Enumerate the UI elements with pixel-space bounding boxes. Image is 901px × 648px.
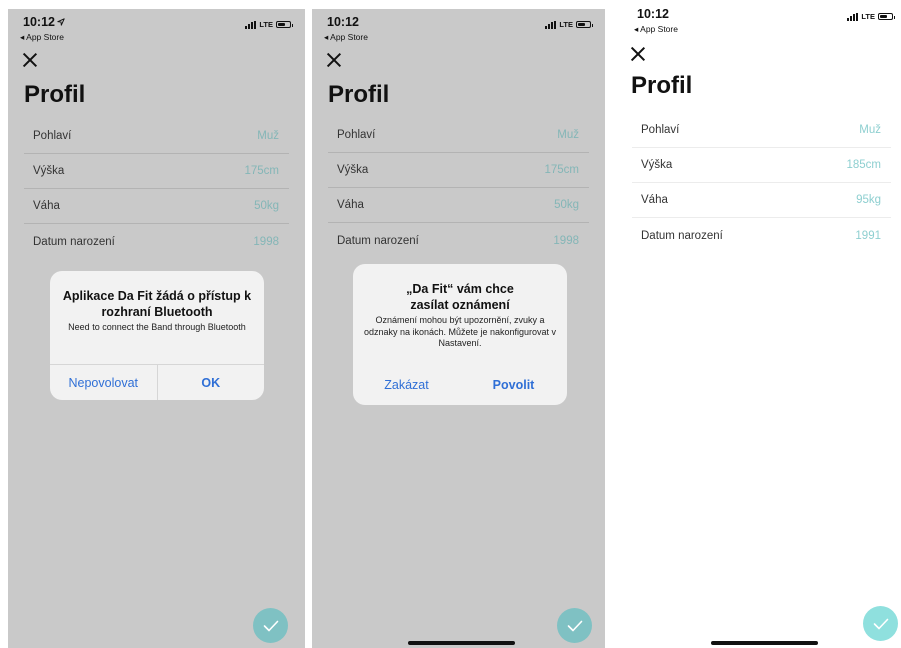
page-title: Profil — [328, 81, 390, 108]
row-value: Muž — [557, 129, 579, 141]
profile-row-height[interactable]: Výška 185cm — [632, 148, 891, 183]
profile-list: Pohlaví Muž Výška 185cm Váha 95kg Datum nar… — [632, 113, 891, 253]
row-value: 175cm — [244, 165, 279, 177]
profile-row-birthdate[interactable]: Datum narození 1998 — [328, 223, 589, 258]
row-label: Pohlaví — [337, 129, 376, 141]
checkmark-icon — [873, 618, 888, 629]
notification-permission-dialog: „Da Fit“ vám chce zasílat oznámení Oznám… — [353, 264, 567, 405]
row-value: 50kg — [554, 199, 579, 211]
status-time: 10:12 — [23, 15, 65, 29]
row-label: Výška — [641, 159, 673, 171]
status-time: 10:12 — [327, 15, 359, 29]
checkmark-icon — [567, 620, 582, 631]
row-label: Výška — [33, 165, 65, 177]
profile-list: Pohlaví Muž Výška 175cm Váha 50kg Datum nar… — [24, 119, 289, 259]
row-label: Výška — [337, 164, 369, 176]
home-indicator[interactable] — [711, 641, 818, 645]
home-indicator[interactable] — [408, 641, 515, 645]
confirm-button[interactable] — [557, 608, 592, 643]
profile-row-birthdate[interactable]: Datum narození 1991 — [632, 218, 891, 253]
profile-row-weight[interactable]: Váha 95kg — [632, 183, 891, 218]
row-value: Muž — [257, 130, 279, 142]
dialog-message: Oznámení mohou být upozornění, zvuky a o… — [363, 315, 557, 348]
status-bar: 10:12 ◂ App Store LTE — [324, 15, 593, 43]
profile-row-height[interactable]: Výška 175cm — [328, 153, 589, 188]
profile-row-gender[interactable]: Pohlaví Muž — [328, 118, 589, 153]
row-value: Muž — [859, 124, 881, 136]
screen-profile: 10:12 ◂ App Store LTE Profil Pohlaví Muž … — [612, 0, 901, 648]
dialog-title: Aplikace Da Fit žádá o přístup k rozhran… — [62, 289, 252, 319]
row-label: Pohlaví — [641, 124, 680, 136]
profile-row-gender[interactable]: Pohlaví Muž — [24, 119, 289, 154]
disallow-button[interactable]: Zakázat — [353, 365, 460, 405]
system-indicators: LTE — [245, 20, 293, 29]
row-label: Datum narození — [641, 229, 723, 242]
status-bar: 10:12 ◂ App Store LTE — [20, 15, 293, 43]
row-value: 185cm — [846, 159, 881, 171]
row-value: 175cm — [544, 164, 579, 176]
page-title: Profil — [24, 81, 86, 108]
profile-list: Pohlaví Muž Výška 175cm Váha 50kg Datum nar… — [328, 118, 589, 258]
close-icon[interactable] — [23, 53, 37, 67]
network-type: LTE — [259, 20, 273, 29]
system-indicators: LTE — [545, 20, 593, 29]
signal-bars-icon — [545, 20, 557, 29]
ok-button[interactable]: OK — [156, 365, 265, 400]
bluetooth-permission-dialog: Aplikace Da Fit žádá o přístup k rozhran… — [50, 271, 264, 400]
back-to-app-store[interactable]: ◂ App Store — [634, 24, 678, 35]
row-value: 1991 — [855, 229, 881, 242]
confirm-button[interactable] — [863, 606, 898, 641]
row-label: Váha — [641, 194, 668, 206]
checkmark-icon — [263, 620, 278, 631]
row-value: 95kg — [856, 194, 881, 206]
network-type: LTE — [559, 20, 573, 29]
profile-row-weight[interactable]: Váha 50kg — [328, 188, 589, 223]
profile-row-height[interactable]: Výška 175cm — [24, 154, 289, 189]
row-label: Váha — [337, 199, 364, 211]
allow-button[interactable]: Povolit — [460, 365, 567, 405]
screen-notification-permission: 10:12 ◂ App Store LTE Profil Pohlaví Muž … — [312, 9, 605, 648]
profile-row-weight[interactable]: Váha 50kg — [24, 189, 289, 224]
battery-icon — [576, 21, 593, 28]
row-label: Pohlaví — [33, 130, 72, 142]
dialog-title: „Da Fit“ vám chce zasílat oznámení — [406, 282, 514, 312]
row-value: 1998 — [253, 235, 279, 248]
signal-bars-icon — [245, 20, 257, 29]
row-label: Váha — [33, 200, 60, 212]
row-value: 50kg — [254, 200, 279, 212]
row-label: Datum narození — [337, 234, 419, 247]
page-title: Profil — [631, 72, 693, 99]
profile-row-gender[interactable]: Pohlaví Muž — [632, 113, 891, 148]
close-icon[interactable] — [631, 47, 645, 61]
row-value: 1998 — [553, 234, 579, 247]
status-bar: 10:12 ◂ App Store LTE — [634, 7, 895, 35]
back-to-app-store[interactable]: ◂ App Store — [324, 32, 368, 43]
confirm-button[interactable] — [253, 608, 288, 643]
battery-icon — [878, 13, 895, 20]
network-type: LTE — [861, 12, 875, 21]
profile-row-birthdate[interactable]: Datum narození 1998 — [24, 224, 289, 259]
location-arrow-icon — [57, 18, 65, 26]
row-label: Datum narození — [33, 235, 115, 248]
deny-button[interactable]: Nepovolovat — [50, 365, 157, 400]
signal-bars-icon — [847, 12, 859, 21]
close-icon[interactable] — [327, 53, 341, 67]
back-to-app-store[interactable]: ◂ App Store — [20, 32, 64, 43]
screen-bluetooth-permission: 10:12 ◂ App Store LTE Profil Pohlaví Muž … — [8, 9, 305, 648]
dialog-buttons: Zakázat Povolit — [353, 365, 567, 405]
dialog-buttons: Nepovolovat OK — [50, 364, 264, 400]
system-indicators: LTE — [847, 12, 895, 21]
status-time: 10:12 — [637, 7, 669, 21]
dialog-message: Need to connect the Band through Bluetoo… — [68, 322, 246, 332]
battery-icon — [276, 21, 293, 28]
